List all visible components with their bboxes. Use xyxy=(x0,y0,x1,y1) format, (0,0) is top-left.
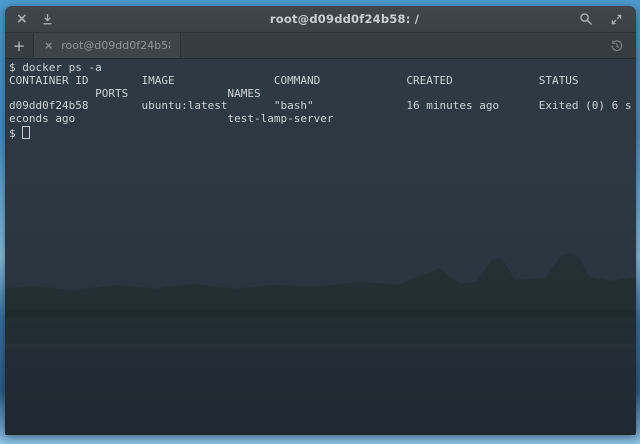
history-icon[interactable] xyxy=(610,33,636,58)
terminal-line: CONTAINER ID IMAGE COMMAND CREATED STATU… xyxy=(9,75,636,88)
terminal-line: econds ago test-lamp-server xyxy=(9,113,636,126)
terminal-cursor xyxy=(22,126,30,139)
tab-label: root@d09dd0f24b58: / xyxy=(61,39,170,52)
new-tab-button[interactable]: + xyxy=(5,33,34,58)
tab-active[interactable]: × root@d09dd0f24b58: / xyxy=(34,33,181,58)
terminal-prompt-line: $ xyxy=(9,126,636,139)
download-icon[interactable] xyxy=(41,13,54,26)
terminal-prompt: $ xyxy=(9,127,22,140)
terminal-window: × root@d09dd0f24b58: / xyxy=(5,6,636,435)
fullscreen-icon[interactable] xyxy=(610,13,623,26)
titlebar-left-controls: × xyxy=(5,12,93,26)
terminal-screen[interactable]: $ docker ps -a CONTAINER ID IMAGE COMMAN… xyxy=(5,59,636,434)
window-title: root@d09dd0f24b58: / xyxy=(117,12,572,26)
search-icon[interactable] xyxy=(579,12,593,26)
titlebar[interactable]: × root@d09dd0f24b58: / xyxy=(5,6,636,33)
terminal-output: $ docker ps -a CONTAINER ID IMAGE COMMAN… xyxy=(5,59,636,139)
terminal-line: $ docker ps -a xyxy=(9,62,636,75)
tabbar: + × root@d09dd0f24b58: / xyxy=(5,33,636,59)
desktop-background: × root@d09dd0f24b58: / xyxy=(0,0,640,444)
close-icon[interactable]: × xyxy=(16,12,28,26)
tabbar-empty-space xyxy=(181,33,610,58)
tab-close-icon[interactable]: × xyxy=(44,40,53,51)
